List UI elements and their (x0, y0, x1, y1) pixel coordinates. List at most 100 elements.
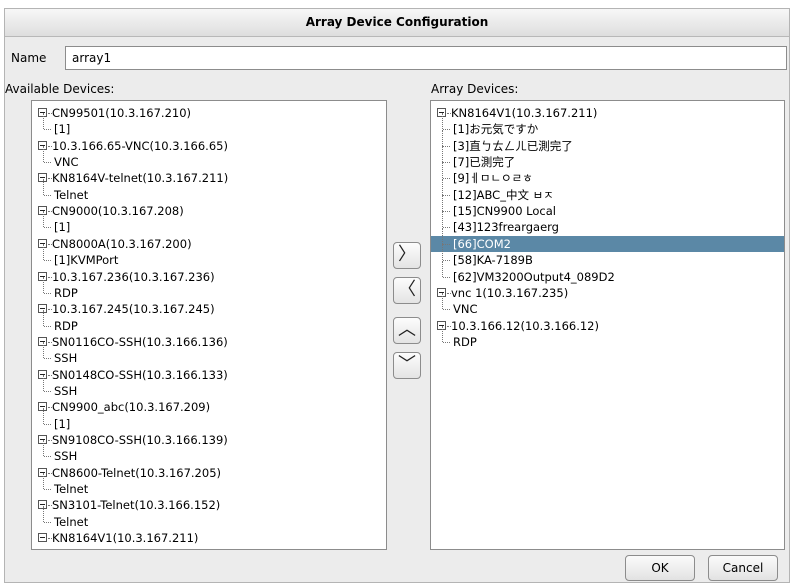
tree-connector (43, 178, 44, 195)
tree-node[interactable]: CN9900_abc(10.3.167.209) (32, 399, 386, 415)
tree-leaf[interactable]: Telnet (32, 473, 386, 497)
tree-leaf[interactable]: VNC (32, 146, 386, 170)
tree-node[interactable]: CN8000A(10.3.167.200) (32, 236, 386, 252)
tree-leaf[interactable]: RDP (431, 325, 784, 350)
tree-item-label: [7]已測完了 (453, 155, 516, 170)
tree-leaf[interactable]: Telnet (32, 505, 386, 530)
tree-connector (443, 309, 450, 311)
tree-leaf[interactable]: [9]ㅔㅁㄴㅇㄹㅎ (431, 162, 784, 186)
tree-connector (43, 342, 44, 359)
tree-node[interactable]: 10.3.166.65-VNC(10.3.166.65) (32, 138, 386, 154)
tree-item-label: [1] (54, 416, 71, 431)
tree-leaf[interactable]: [7]已測完了 (431, 146, 784, 170)
tree-connector (443, 211, 450, 213)
tree-item-label: [9]ㅔㅁㄴㅇㄹㅎ (453, 171, 533, 186)
tree-node[interactable]: CN99501(10.3.167.210) (32, 105, 386, 121)
tree-node[interactable]: 10.3.167.236(10.3.167.236) (32, 269, 386, 285)
collapse-toggle-icon[interactable] (38, 533, 47, 543)
tree-connector (443, 194, 450, 196)
tree-node[interactable]: SN3101-Telnet(10.3.166.152) (32, 497, 386, 513)
tree-item-label: 10.3.166.65-VNC(10.3.166.65) (52, 138, 228, 153)
tree-connector (43, 146, 44, 163)
tree-item-label: Telnet (54, 482, 89, 497)
tree-connector (442, 211, 443, 228)
tree-leaf[interactable]: RDP (32, 309, 386, 334)
tree-node[interactable]: KN8164V-telnet(10.3.167.211) (32, 170, 386, 186)
tree-leaf[interactable]: SSH (32, 342, 386, 366)
tree-connector (443, 341, 450, 343)
tree-item-label: VNC (54, 155, 79, 170)
tree-leaf[interactable]: [1]KVMPort (32, 244, 386, 268)
tree-node[interactable]: KN8164V1(10.3.167.211) (32, 530, 386, 546)
tree-node[interactable]: CN8600-Telnet(10.3.167.205) (32, 465, 386, 481)
tree-connector (443, 162, 450, 164)
tree-item-label: VNC (453, 302, 478, 317)
tree-node[interactable]: vnc 1(10.3.167.235) (431, 285, 784, 301)
tree-node[interactable]: SN0116CO-SSH(10.3.166.136) (32, 334, 386, 350)
tree-connector (442, 146, 443, 163)
tree-leaf[interactable]: [12]ABC_中文 ㅂㅈ (431, 178, 784, 203)
tree-item-label: [43]123freargaerg (453, 220, 559, 235)
tree-leaf[interactable]: [3]直ㄅㄊㄥㄦ已測完了 (431, 129, 784, 154)
tree-item-label: [12]ABC_中文 ㅂㅈ (453, 187, 554, 202)
tree-connector (43, 211, 44, 228)
tree-leaf[interactable]: [43]123freargaerg (431, 211, 784, 235)
tree-connector (443, 276, 450, 278)
tree-leaf[interactable]: [1] (32, 113, 386, 137)
tree-item-label: SSH (54, 351, 78, 366)
tree-node[interactable]: SN9108CO-SSH(10.3.166.139) (32, 432, 386, 448)
tree-connector (443, 227, 450, 229)
tree-node[interactable]: 10.3.167.245(10.3.167.245) (32, 301, 386, 317)
tree-connector (43, 276, 44, 293)
tree-connector (443, 260, 450, 262)
tree-connector (44, 227, 51, 229)
tree-leaf[interactable]: [58]KA-7189B (431, 244, 784, 268)
tree-connector (443, 178, 450, 180)
tree-leaf[interactable]: SSH (32, 374, 386, 399)
tree-connector (44, 456, 51, 458)
tree-leaf[interactable]: [66]COM2 (431, 227, 784, 252)
remove-device-button[interactable]: 〈 (393, 277, 421, 304)
tree-connector (44, 292, 51, 294)
tree-leaf[interactable]: [62]VM3200Output4_089D2 (431, 260, 784, 285)
tree-item-label: SSH (54, 449, 78, 464)
tree-connector (442, 162, 443, 179)
tree-leaf[interactable]: SSH (32, 440, 386, 464)
tree-connector (442, 244, 443, 261)
tree-item-label: [1] (54, 122, 71, 137)
tree-node[interactable]: SN0148CO-SSH(10.3.166.133) (32, 367, 386, 383)
tree-node[interactable]: 10.3.166.12(10.3.166.12) (431, 318, 784, 334)
move-down-button[interactable]: ﹀ (393, 352, 421, 379)
tree-connector (44, 423, 51, 425)
tree-leaf[interactable]: VNC (431, 293, 784, 317)
tree-leaf[interactable]: [1]お元気ですか (431, 113, 784, 137)
tree-leaf[interactable]: RDP (32, 276, 386, 301)
tree-connector (43, 113, 44, 130)
tree-connector (43, 473, 44, 490)
tree-node[interactable]: CN9000(10.3.167.208) (32, 203, 386, 219)
tree-node[interactable]: KN8164V1(10.3.167.211) (431, 105, 784, 121)
tree-leaf[interactable]: [1] (32, 211, 386, 235)
tree-item-label: 10.3.167.245(10.3.167.245) (52, 302, 215, 317)
tree-item-label: [3]直ㄅㄊㄥㄦ已測完了 (453, 138, 573, 153)
cancel-button[interactable]: Cancel (708, 555, 778, 581)
tree-connector (44, 325, 51, 327)
available-devices-tree[interactable]: CN99501(10.3.167.210) [1] 10.3.166.65-VNC(… (31, 100, 387, 550)
tree-connector (442, 113, 443, 130)
tree-leaf[interactable]: [1] (32, 407, 386, 432)
name-input[interactable] (65, 46, 787, 70)
tree-leaf[interactable]: [15]CN9900 Local (431, 195, 784, 219)
tree-leaf[interactable]: Telnet (32, 178, 386, 203)
tree-item-label: SN9108CO-SSH(10.3.166.139) (52, 433, 228, 447)
tree-connector (43, 407, 44, 424)
tree-connector (44, 260, 51, 262)
move-up-button[interactable]: ︿ (393, 317, 421, 344)
add-device-button[interactable]: 〉 (393, 242, 421, 269)
tree-item-label: SSH (54, 383, 78, 398)
tree-item-label: SN0148CO-SSH(10.3.166.133) (52, 367, 228, 382)
tree-item-label: 10.3.166.12(10.3.166.12) (451, 318, 599, 333)
ok-button[interactable]: OK (625, 555, 695, 581)
tree-connector (43, 440, 44, 457)
array-devices-tree[interactable]: KN8164V1(10.3.167.211) [1]お元気ですか [3]直ㄅㄊㄥㄦ已… (430, 100, 785, 550)
tree-connector (442, 195, 443, 212)
